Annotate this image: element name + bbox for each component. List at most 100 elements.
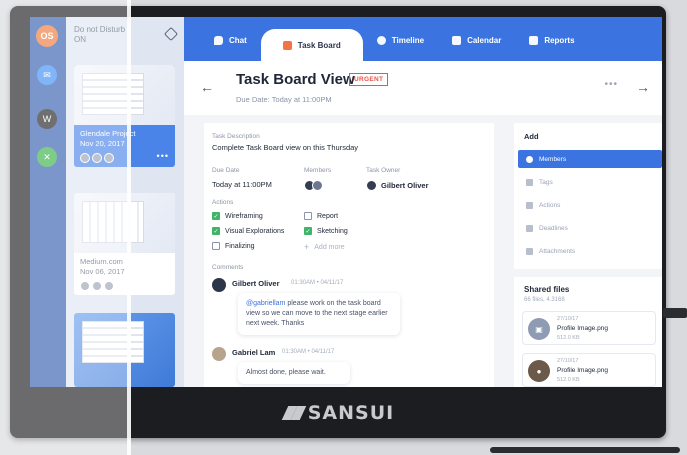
checkbox-unchecked-icon[interactable] xyxy=(212,242,220,250)
tab-timeline[interactable]: Timeline xyxy=(363,25,438,55)
shared-file[interactable]: ▣ 27/10/17 Profile Image.png 512.0 KB xyxy=(522,311,656,345)
tab-calendar[interactable]: Calendar xyxy=(438,25,515,55)
action-sketching[interactable]: ✓ Sketching xyxy=(304,227,348,235)
actions-label: Actions xyxy=(212,199,234,206)
file-name: Profile Image.png xyxy=(557,325,608,332)
avatar xyxy=(212,347,226,361)
messenger-icon[interactable]: ✉ xyxy=(37,65,57,85)
checkbox-checked-icon[interactable]: ✓ xyxy=(212,212,220,220)
shared-files-title: Shared files xyxy=(524,285,570,294)
clock-icon xyxy=(526,224,533,232)
image-thumbnail: ● xyxy=(528,360,550,382)
due-date-label: Due Date xyxy=(212,167,240,174)
do-not-disturb-status[interactable]: Do not Disturb ON xyxy=(74,25,125,45)
comment-bubble: Almost done, please wait. xyxy=(238,362,350,384)
add-tags-option[interactable]: Tags xyxy=(518,173,662,191)
bar-chart-icon xyxy=(529,35,539,45)
task-details-card: Task Description Complete Task Board vie… xyxy=(204,123,494,387)
task-owner[interactable]: Gilbert Oliver xyxy=(366,180,429,191)
task-owner-label: Task Owner xyxy=(366,167,401,174)
monitor-chin: SANSUI xyxy=(10,387,666,438)
action-wireframing[interactable]: ✓ Wireframing xyxy=(212,212,263,220)
calendar-board-icon xyxy=(282,40,292,50)
xing-icon[interactable]: ✕ xyxy=(37,147,57,167)
project-name: Medium.com xyxy=(80,257,123,266)
side-panels: Add Members Tags Actions Deadlines Attac… xyxy=(514,123,662,387)
task-description: Complete Task Board view on this Thursda… xyxy=(212,143,359,152)
person-icon xyxy=(526,155,533,163)
project-preview xyxy=(74,193,175,253)
file-name: Profile Image.png xyxy=(557,367,608,374)
project-card-glendale[interactable]: Glendale Project Nov 20, 2017 ••• xyxy=(74,65,175,167)
project-preview xyxy=(74,313,175,387)
divider-line xyxy=(127,0,131,455)
project-name: Glendale Project xyxy=(80,129,136,138)
more-icon[interactable]: ••• xyxy=(157,151,169,161)
project-date: Nov 20, 2017 xyxy=(80,139,125,148)
cable xyxy=(490,447,680,453)
screen: OS ✉ W ✕ Do not Disturb ON Glendale Proj… xyxy=(30,17,662,387)
comment-time: 01:30AM • 04/11/17 xyxy=(291,280,344,286)
shared-files-panel: Shared files 66 files, 4.3168 ▣ 27/10/17… xyxy=(514,277,662,387)
comment-author: Gilbert Oliver xyxy=(232,279,280,288)
checkbox-checked-icon[interactable]: ✓ xyxy=(304,227,312,235)
project-date: Nov 06, 2017 xyxy=(80,267,125,276)
member-avatars[interactable] xyxy=(304,180,323,191)
monitor: OS ✉ W ✕ Do not Disturb ON Glendale Proj… xyxy=(10,6,666,438)
calendar-icon xyxy=(452,35,462,45)
add-attachments-option[interactable]: Attachments xyxy=(518,242,662,260)
add-members-option[interactable]: Members xyxy=(518,150,662,168)
mention-link[interactable]: @gabriellam xyxy=(246,300,285,307)
plus-icon: + xyxy=(304,242,310,252)
forward-arrow-icon[interactable]: → xyxy=(636,79,650,95)
main-content: ← Task Board View URGENT Due Date: Today… xyxy=(184,61,662,387)
cable xyxy=(663,308,687,318)
chat-icon xyxy=(214,35,223,45)
due-date: Due Date: Today at 11:00PM xyxy=(236,95,332,104)
project-card[interactable] xyxy=(74,313,175,387)
avatar xyxy=(312,180,323,191)
file-size: 512.0 KB xyxy=(557,335,580,341)
avatar xyxy=(366,180,377,191)
action-finalizing[interactable]: Finalizing xyxy=(212,242,255,250)
file-date: 27/10/17 xyxy=(557,316,579,322)
back-arrow-icon[interactable]: ← xyxy=(200,79,214,95)
action-visual-explorations[interactable]: ✓ Visual Explorations xyxy=(212,227,284,235)
tab-chat[interactable]: Chat xyxy=(200,25,261,55)
shared-file[interactable]: ● 27/10/17 Profile Image.png 512.0 KB xyxy=(522,353,656,387)
project-sidebar: Do not Disturb ON Glendale Project Nov 2… xyxy=(66,17,184,387)
add-more-action[interactable]: + Add more xyxy=(304,242,345,252)
comment-time: 01:30AM • 04/11/17 xyxy=(282,349,335,355)
project-members xyxy=(80,281,169,291)
checkbox-unchecked-icon[interactable] xyxy=(304,212,312,220)
shared-files-summary: 66 files, 4.3168 xyxy=(524,297,565,303)
add-actions-option[interactable]: Actions xyxy=(518,196,662,214)
comments-label: Comments xyxy=(212,264,244,271)
action-report[interactable]: Report xyxy=(304,212,338,220)
add-deadlines-option[interactable]: Deadlines xyxy=(518,219,662,237)
wordpress-icon[interactable]: W xyxy=(37,109,57,129)
add-panel: Add Members Tags Actions Deadlines Attac… xyxy=(514,123,662,269)
checkbox-checked-icon[interactable]: ✓ xyxy=(212,227,220,235)
pin-icon[interactable] xyxy=(163,26,179,42)
tag-icon xyxy=(526,178,533,186)
add-panel-title: Add xyxy=(524,132,539,141)
due-date-value: Today at 11:00PM xyxy=(212,180,272,189)
members-label: Members xyxy=(304,167,332,174)
user-avatar[interactable]: OS xyxy=(36,25,58,47)
more-options-icon[interactable]: ••• xyxy=(604,79,618,90)
urgent-badge: URGENT xyxy=(349,73,389,86)
comment-text: Almost done, please wait. xyxy=(246,369,326,376)
comment-bubble: @gabriellam please work on the task boar… xyxy=(238,293,400,335)
file-date: 27/10/17 xyxy=(557,358,579,364)
comment-author: Gabriel Lam xyxy=(232,348,276,357)
tab-reports[interactable]: Reports xyxy=(515,25,588,55)
avatar xyxy=(212,278,226,292)
description-label: Task Description xyxy=(212,133,260,140)
project-card-medium[interactable]: Medium.com Nov 06, 2017 xyxy=(74,193,175,295)
image-file-icon: ▣ xyxy=(528,318,550,340)
task-header: ← Task Board View URGENT Due Date: Today… xyxy=(184,61,662,115)
top-navigation: Chat Task Board Timeline Calendar Report… xyxy=(184,17,662,61)
tab-task-board[interactable]: Task Board xyxy=(260,29,363,61)
brand-mark-icon xyxy=(282,406,304,420)
